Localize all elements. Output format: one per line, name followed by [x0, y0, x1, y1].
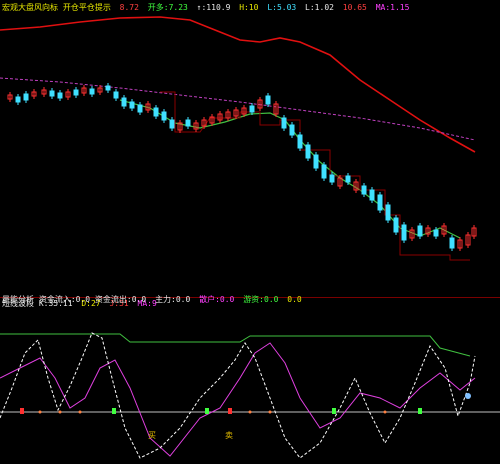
buy-marker — [332, 408, 336, 414]
osc-signal-dot — [465, 393, 471, 399]
candle-body — [169, 119, 175, 129]
candle-body — [185, 119, 191, 127]
osc-label-buy: 买 — [148, 431, 156, 440]
oscillator-pane[interactable]: 短线波段 K:35.11 D:27 J:51 MA:9 买 卖 — [0, 297, 500, 464]
candle-body — [305, 144, 311, 159]
candle-body — [137, 104, 143, 113]
candle-body — [393, 217, 399, 233]
candle-body — [313, 154, 319, 169]
candle-body — [329, 174, 335, 183]
candle-body — [129, 101, 135, 109]
candle-body — [15, 96, 21, 103]
candle-body — [417, 225, 423, 237]
candle-body — [401, 224, 407, 241]
candle-body — [105, 85, 111, 91]
osc-dot — [58, 410, 62, 414]
volume-header-item: 0.0 — [287, 295, 302, 304]
candle-body — [321, 164, 327, 179]
candle-body — [153, 107, 159, 117]
volume-header-item: 散户:0.0 — [199, 295, 235, 304]
candle-body — [369, 189, 375, 201]
volume-header-item: 主力:0.0 — [155, 295, 191, 304]
buy-marker — [112, 408, 116, 414]
candle-body — [121, 97, 127, 107]
osc-dot — [248, 410, 252, 414]
candle-body — [249, 105, 255, 113]
candle-body — [345, 175, 351, 183]
oscillator-canvas[interactable]: 买 卖 — [0, 298, 500, 464]
price-chart-pane[interactable]: 宏观大盘风向标 开仓平仓提示 8.72 开多:7.23 ↑:110.9 H:10… — [0, 0, 500, 297]
buy-marker — [228, 408, 232, 414]
candlestick-series — [7, 83, 477, 251]
osc-label-sell: 卖 — [225, 431, 233, 440]
osc-dot — [268, 410, 272, 414]
candle-body — [161, 111, 167, 121]
candle-body — [23, 93, 29, 101]
candle-body — [449, 237, 455, 249]
osc-dot — [38, 410, 42, 414]
candle-body — [49, 90, 55, 97]
osc-dot — [383, 410, 387, 414]
candle-body — [113, 91, 119, 99]
volume-header: 量能分析 资金流入:0.0 资金流出:0.0 主力:0.0 散户:0.0 游资:… — [2, 294, 306, 306]
buy-marker — [205, 408, 209, 414]
candle-body — [89, 88, 95, 95]
volume-header-item: 游资:0.0 — [243, 295, 279, 304]
candle-body — [57, 92, 63, 99]
candle-body — [377, 194, 383, 211]
candle-body — [265, 95, 271, 105]
candle-body — [433, 229, 439, 237]
long-ma-line — [0, 16, 476, 153]
osc-dot — [78, 410, 82, 414]
osc-signal-line — [0, 342, 476, 457]
candle-body — [289, 124, 295, 136]
osc-main-line — [0, 332, 476, 459]
candle-body — [73, 89, 79, 96]
buy-marker — [418, 408, 422, 414]
candle-body — [297, 134, 303, 149]
candle-body — [385, 204, 391, 221]
price-chart-canvas[interactable] — [0, 0, 500, 297]
candle-body — [281, 117, 287, 129]
buy-marker — [20, 408, 24, 414]
osc-upper-line — [0, 333, 471, 357]
candle-body — [361, 185, 367, 195]
volume-header-title: 量能分析 资金流入:0.0 资金流出:0.0 — [2, 295, 147, 304]
